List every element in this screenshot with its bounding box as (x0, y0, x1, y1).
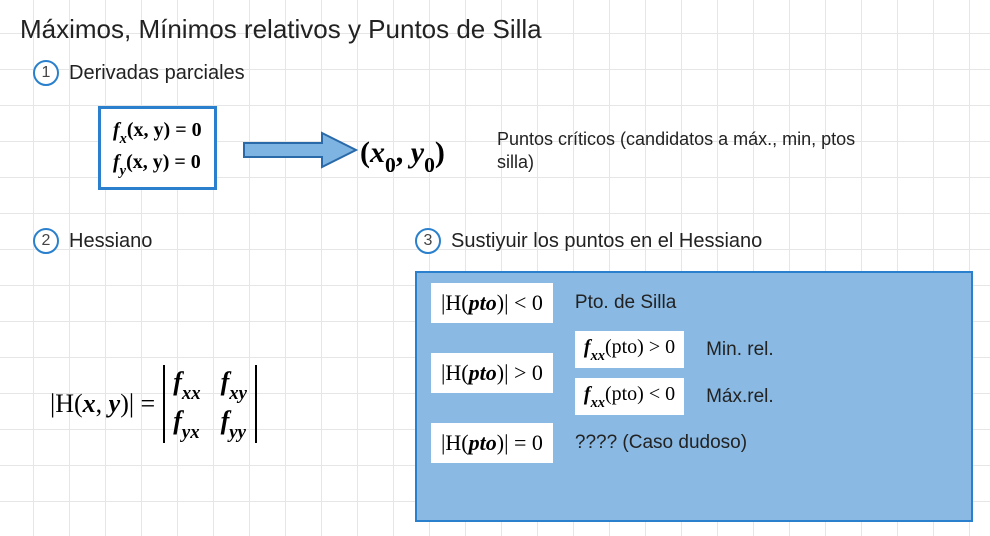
critical-point: (x0, y0) (360, 136, 445, 175)
m22-sub: yy (229, 422, 246, 443)
hess-x: x (83, 389, 96, 418)
step-2-label: Hessiano (69, 230, 152, 253)
sn-args: (pto) < 0 (605, 383, 675, 405)
ceq-open: |H( (441, 430, 469, 455)
pt-x: x (370, 136, 385, 169)
eq1-f: f (113, 119, 120, 141)
ceq-close: )| = 0 (497, 430, 543, 455)
m11-f: f (173, 367, 182, 396)
m22-f: f (221, 406, 230, 435)
equation-fy: fy(x, y) = 0 (113, 148, 202, 180)
ceq-pto: pto (469, 430, 497, 455)
pt-y-sub: 0 (424, 153, 435, 177)
hess-comma: , (96, 389, 109, 418)
sn-f: f (584, 383, 591, 405)
hessian-formula: |H(x, y)| = fxx fxy fyx fyy (50, 365, 257, 443)
pt-open: ( (360, 136, 370, 169)
cond-h-lt-0: |H(pto)| < 0 (431, 283, 553, 323)
hess-close-eq: )| = (120, 389, 155, 418)
cgt-open: |H( (441, 360, 469, 385)
hessian-lhs: |H(x, y)| = (50, 389, 155, 419)
cgt-pto: pto (469, 360, 497, 385)
step-1-label: Derivadas parciales (69, 62, 245, 85)
eq2-rhs: = 0 (169, 151, 200, 173)
case-doubt: |H(pto)| = 0 ???? (Caso dudoso) (431, 423, 957, 463)
pt-comma: , (396, 136, 411, 169)
sub-case-min: fxx(pto) > 0 Min. rel. (575, 331, 774, 368)
cond-fxx-lt-0: fxx(pto) < 0 (575, 378, 684, 415)
classification-box: |H(pto)| < 0 Pto. de Silla |H(pto)| > 0 … (415, 271, 973, 522)
cond-fxx-gt-0: fxx(pto) > 0 (575, 331, 684, 368)
step-2-badge: 2 (33, 228, 59, 254)
m11-sub: xx (182, 383, 201, 404)
hessian-determinant: fxx fxy fyx fyy (163, 365, 257, 443)
eq2-f: f (113, 151, 120, 173)
sp-f: f (584, 336, 591, 358)
cond-h-eq-0: |H(pto)| = 0 (431, 423, 553, 463)
case-doubt-text: ???? (Caso dudoso) (575, 432, 747, 454)
eq1-rhs: = 0 (170, 119, 201, 141)
sp-sub: xx (591, 348, 605, 364)
clt-open: |H( (441, 290, 469, 315)
arrow-icon (240, 130, 360, 175)
sub-case-max-text: Máx.rel. (706, 386, 774, 408)
pt-x-sub: 0 (385, 153, 396, 177)
clt-close: )| < 0 (497, 290, 543, 315)
pt-close: ) (435, 136, 445, 169)
page-title: Máximos, Mínimos relativos y Puntos de S… (20, 14, 542, 45)
m12-f: f (221, 367, 230, 396)
m21-f: f (173, 406, 182, 435)
sp-args: (pto) > 0 (605, 336, 675, 358)
clt-pto: pto (469, 290, 497, 315)
m12-sub: xy (229, 383, 247, 404)
case-extrema: |H(pto)| > 0 fxx(pto) > 0 Min. rel. fxx(… (431, 331, 957, 415)
step-1-number: 1 (42, 64, 51, 82)
eq2-args: (x, y) (126, 151, 169, 173)
step-3-label: Sustiyuir los puntos en el Hessiano (451, 230, 762, 253)
m21-sub: yx (182, 422, 200, 443)
step-3-badge: 3 (415, 228, 441, 254)
eq2-sub: y (120, 163, 126, 179)
step-1-badge: 1 (33, 60, 59, 86)
system-equations-box: fx(x, y) = 0 fy(x, y) = 0 (98, 106, 217, 190)
sub-cases: fxx(pto) > 0 Min. rel. fxx(pto) < 0 Máx.… (575, 331, 774, 415)
sn-sub: xx (591, 395, 605, 411)
step-3-number: 3 (424, 232, 433, 250)
cond-h-gt-0: |H(pto)| > 0 (431, 353, 553, 393)
case-saddle-text: Pto. de Silla (575, 292, 676, 314)
pt-y: y (411, 136, 424, 169)
sub-case-max: fxx(pto) < 0 Máx.rel. (575, 378, 774, 415)
eq1-args: (x, y) (127, 119, 170, 141)
case-saddle: |H(pto)| < 0 Pto. de Silla (431, 283, 957, 323)
hess-open: |H( (50, 389, 83, 418)
hess-y: y (109, 389, 121, 418)
eq1-sub: x (120, 131, 127, 147)
sub-case-min-text: Min. rel. (706, 339, 774, 361)
equation-fx: fx(x, y) = 0 (113, 116, 202, 148)
cgt-close: )| > 0 (497, 360, 543, 385)
critical-point-desc: Puntos críticos (candidatos a máx., min,… (497, 128, 877, 175)
step-2-number: 2 (42, 232, 51, 250)
